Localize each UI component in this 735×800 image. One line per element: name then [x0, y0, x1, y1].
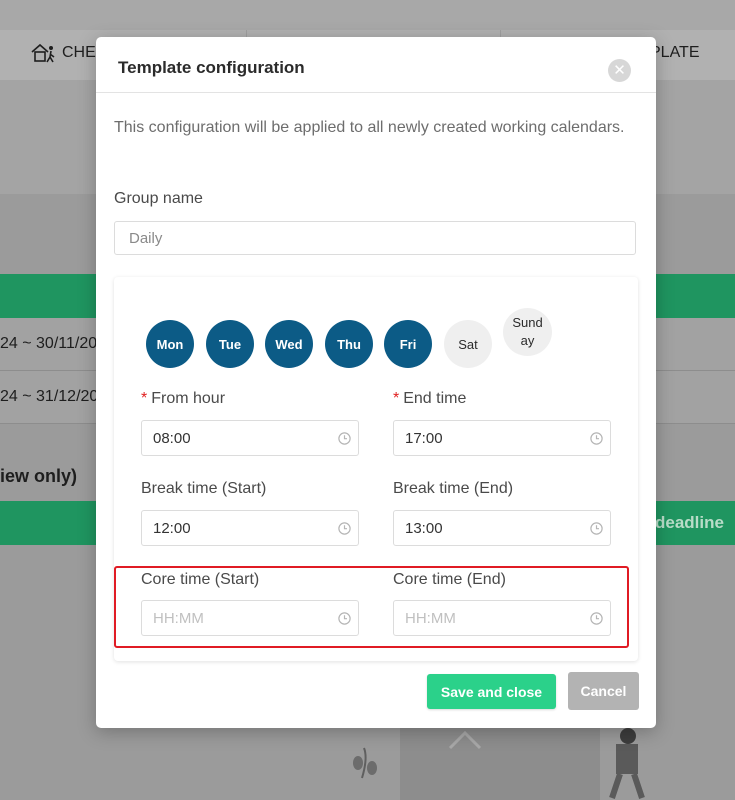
core-time-highlight-box: [114, 566, 629, 648]
background-deadline-label: deadline: [655, 513, 724, 532]
end-time-input[interactable]: 17:00: [393, 420, 611, 456]
day-toggle-fri[interactable]: Fri: [384, 320, 432, 368]
day-toggle-thu[interactable]: Thu: [325, 320, 373, 368]
day-toggle-sat[interactable]: Sat: [444, 320, 492, 368]
nav-item-template[interactable]: PLATE: [650, 44, 700, 62]
from-hour-value: 08:00: [153, 430, 191, 447]
required-asterisk: *: [393, 390, 400, 407]
break-start-value: 12:00: [153, 520, 191, 537]
break-start-input[interactable]: 12:00: [141, 510, 359, 546]
from-hour-label-text: From hour: [151, 390, 226, 407]
save-and-close-button[interactable]: Save and close: [427, 674, 556, 709]
day-toggle-wed[interactable]: Wed: [265, 320, 313, 368]
break-start-label: Break time (Start): [141, 480, 267, 497]
close-button[interactable]: ✕: [608, 59, 631, 82]
day-toggle-sunday[interactable]: Sund ay: [503, 308, 552, 356]
checkin-house-icon: [31, 43, 55, 63]
group-name-input[interactable]: [114, 221, 636, 255]
template-configuration-dialog: Template configuration ✕ This configurat…: [96, 37, 656, 728]
day-toggle-tue[interactable]: Tue: [206, 320, 254, 368]
close-icon: ✕: [613, 62, 626, 79]
from-hour-input[interactable]: 08:00: [141, 420, 359, 456]
end-time-value: 17:00: [405, 430, 443, 447]
break-end-input[interactable]: 13:00: [393, 510, 611, 546]
clock-icon: [338, 432, 351, 445]
row-date-range: 24 ~ 30/11/20: [0, 335, 98, 352]
clock-icon: [338, 522, 351, 535]
from-hour-label: * From hour: [141, 390, 225, 408]
clock-icon: [590, 432, 603, 445]
nav-item-check[interactable]: CHE: [30, 42, 96, 64]
break-end-value: 13:00: [405, 520, 443, 537]
end-time-label-text: End time: [403, 390, 467, 407]
required-asterisk: *: [141, 390, 148, 407]
dialog-header: Template configuration ✕: [96, 37, 656, 93]
background-illustration: [353, 728, 645, 800]
group-name-label: Group name: [114, 190, 203, 207]
dialog-title: Template configuration: [118, 58, 305, 77]
break-end-label: Break time (End): [393, 480, 514, 497]
row-date-range: 24 ~ 31/12/20: [0, 388, 99, 405]
background-top-strip: [0, 0, 735, 30]
dialog-description: This configuration will be applied to al…: [114, 119, 625, 136]
clock-icon: [590, 522, 603, 535]
day-toggle-mon[interactable]: Mon: [146, 320, 194, 368]
nav-item-check-label: CHE: [62, 44, 96, 61]
end-time-label: * End time: [393, 390, 466, 408]
background-view-only-heading: iew only): [0, 466, 78, 486]
cancel-button[interactable]: Cancel: [568, 672, 639, 710]
